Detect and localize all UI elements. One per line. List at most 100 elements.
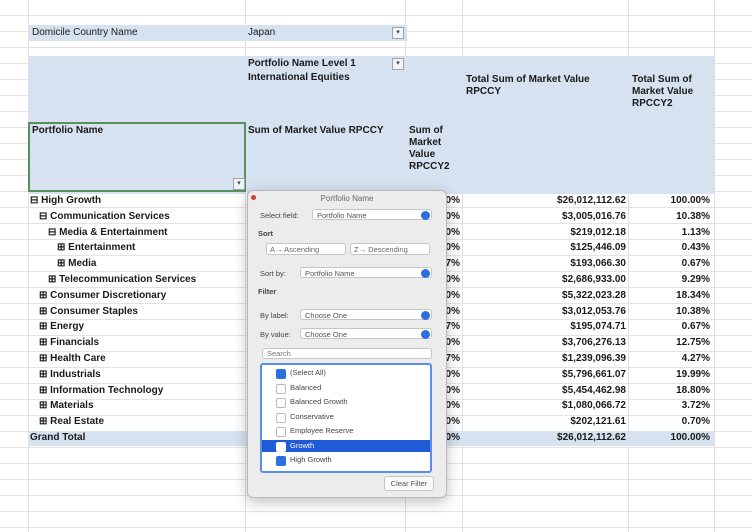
filter-list-item[interactable]: Employee Reserve xyxy=(262,425,430,437)
filter-list-item[interactable]: Balanced Growth xyxy=(262,396,430,408)
row-total-pct: 18.34% xyxy=(676,289,710,301)
chevron-down-icon xyxy=(421,211,430,220)
by-label-label: By label: xyxy=(260,311,289,320)
row-label[interactable]: ⊞ Real Estate xyxy=(39,415,104,429)
row-total-pct: 9.29% xyxy=(681,274,710,285)
by-value-label: By value: xyxy=(260,330,291,339)
checkbox-icon[interactable] xyxy=(276,383,286,394)
row-total-pct: 1.13% xyxy=(681,226,710,238)
row-total-sum: $3,012,053.76 xyxy=(562,305,626,317)
filter-list-item[interactable]: (Select All) xyxy=(262,367,430,379)
sum2-header: Sum of Market Value RPCCY2 xyxy=(409,125,450,172)
row-label[interactable]: ⊞ Materials xyxy=(39,399,94,413)
row-label[interactable]: ⊞ Entertainment xyxy=(57,241,135,255)
filter-list-item-label: Employee Reserve xyxy=(290,426,354,435)
sort-descending-button[interactable]: Z→ Descending xyxy=(350,243,430,255)
row-total-sum: $5,454,462.98 xyxy=(562,384,626,396)
select-field-value: Portfolio Name xyxy=(317,211,367,220)
row-total-pct: 4.27% xyxy=(681,353,710,364)
popup-title: Portfolio Name xyxy=(320,194,374,203)
row-label[interactable]: ⊞ Information Technology xyxy=(39,384,163,398)
row-total-sum: $219,012.18 xyxy=(570,226,626,238)
row-total-pct: 12.75% xyxy=(676,337,710,349)
by-label-dropdown[interactable]: Choose One xyxy=(300,309,432,320)
grand-total-sum: $26,012,112.62 xyxy=(557,432,626,443)
row-header-label: Portfolio Name xyxy=(32,125,104,136)
row-total-sum: $195,074.71 xyxy=(570,321,626,333)
col-group-dropdown-button[interactable]: ▾ xyxy=(392,58,404,70)
row-total-pct: 0.67% xyxy=(681,321,710,333)
row-label[interactable]: ⊞ Health Care xyxy=(39,352,106,366)
row-total-pct: 0.43% xyxy=(681,242,710,254)
row-total-sum: $1,080,066.72 xyxy=(562,400,626,412)
checkbox-icon[interactable] xyxy=(276,412,286,423)
filter-label: Domicile Country Name xyxy=(32,27,138,38)
filter-item-list[interactable]: (Select All) Balanced Balanced Growth Conse… xyxy=(260,363,432,473)
row-total-sum: $1,239,096.39 xyxy=(562,353,626,364)
row-total-sum: $3,005,016.76 xyxy=(562,210,626,222)
row-total-sum: $193,066.30 xyxy=(570,258,626,270)
checkbox-icon[interactable] xyxy=(276,456,286,466)
select-field-label: Select field: xyxy=(260,211,299,220)
sort-by-value: Portfolio Name xyxy=(305,269,355,278)
filter-section-label: Filter xyxy=(258,287,277,296)
row-total-sum: $202,121.61 xyxy=(570,416,626,428)
chevron-down-icon xyxy=(421,330,430,339)
total-sum-header: Total Sum of Market Value RPCCY xyxy=(466,74,590,97)
row-label[interactable]: ⊟ High Growth xyxy=(30,194,101,208)
pivot-filter-popup: Portfolio Name Select field: Portfolio N… xyxy=(247,190,447,498)
row-label[interactable]: ⊟ Communication Services xyxy=(39,210,170,224)
row-total-pct: 0.67% xyxy=(681,258,710,270)
row-header-dropdown-button[interactable]: ▾ xyxy=(233,178,245,190)
row-label[interactable]: ⊟ Media & Entertainment xyxy=(48,226,168,240)
filter-list-item[interactable]: Balanced xyxy=(262,382,430,394)
filter-list-item-label: Balanced xyxy=(290,382,322,392)
checkbox-icon[interactable] xyxy=(276,369,286,379)
total-pct-header: Total Sum of Market Value RPCCY2 xyxy=(632,74,694,109)
sort-ascending-button[interactable]: A→ Ascending xyxy=(266,243,346,255)
chevron-down-icon xyxy=(421,269,430,278)
col-group-label: Portfolio Name Level 1 xyxy=(248,58,356,69)
filter-dropdown-button[interactable]: ▾ xyxy=(392,27,404,39)
row-total-sum: $5,322,023.28 xyxy=(562,289,626,301)
row-label[interactable]: ⊞ Financials xyxy=(39,336,99,350)
by-label-value: Choose One xyxy=(305,311,348,320)
by-value-value: Choose One xyxy=(305,330,348,339)
row-total-pct: 19.99% xyxy=(676,368,710,380)
sum-header: Sum of Market Value RPCCY xyxy=(248,125,384,136)
checkbox-icon[interactable] xyxy=(276,398,286,408)
filter-list-item[interactable]: Growth xyxy=(262,439,430,452)
filter-list-item-label: Conservative xyxy=(290,411,334,421)
row-label[interactable]: ⊞ Industrials xyxy=(39,368,101,382)
clear-filter-button[interactable]: Clear Filter xyxy=(384,476,434,491)
row-total-pct: 3.72% xyxy=(681,400,710,412)
checkbox-icon[interactable] xyxy=(276,441,286,452)
filter-list-item-label: (Select All) xyxy=(290,368,326,377)
sort-by-dropdown[interactable]: Portfolio Name xyxy=(300,267,432,278)
row-total-pct: 0.70% xyxy=(681,416,710,428)
row-label[interactable]: ⊞ Consumer Staples xyxy=(39,305,138,319)
chevron-down-icon xyxy=(421,311,430,320)
filter-value: Japan xyxy=(248,27,276,38)
grand-total-pct: 100.00% xyxy=(670,432,710,443)
row-total-pct: 100.00% xyxy=(670,195,710,206)
col-group-value: International Equities xyxy=(248,72,350,83)
grand-total-label: Grand Total xyxy=(30,432,86,443)
sort-by-label: Sort by: xyxy=(260,269,286,278)
row-total-sum: $2,686,933.00 xyxy=(562,274,626,285)
row-label[interactable]: ⊞ Energy xyxy=(39,320,84,334)
sort-section-label: Sort xyxy=(258,229,273,238)
select-field-dropdown[interactable]: Portfolio Name xyxy=(312,209,432,220)
row-label[interactable]: ⊞ Media xyxy=(57,257,97,271)
row-label[interactable]: ⊞ Consumer Discretionary xyxy=(39,289,166,303)
filter-list-item-label: Balanced Growth xyxy=(290,397,348,406)
filter-list-item[interactable]: Conservative xyxy=(262,411,430,423)
row-total-pct: 10.38% xyxy=(676,210,710,222)
by-value-dropdown[interactable]: Choose One xyxy=(300,328,432,339)
row-total-sum: $3,706,276.13 xyxy=(562,337,626,349)
row-label[interactable]: ⊞ Telecommunication Services xyxy=(48,273,196,287)
checkbox-icon[interactable] xyxy=(276,427,286,437)
search-input[interactable] xyxy=(262,348,432,359)
row-total-sum: $5,796,661.07 xyxy=(562,368,626,380)
filter-list-item[interactable]: High Growth xyxy=(262,454,430,466)
